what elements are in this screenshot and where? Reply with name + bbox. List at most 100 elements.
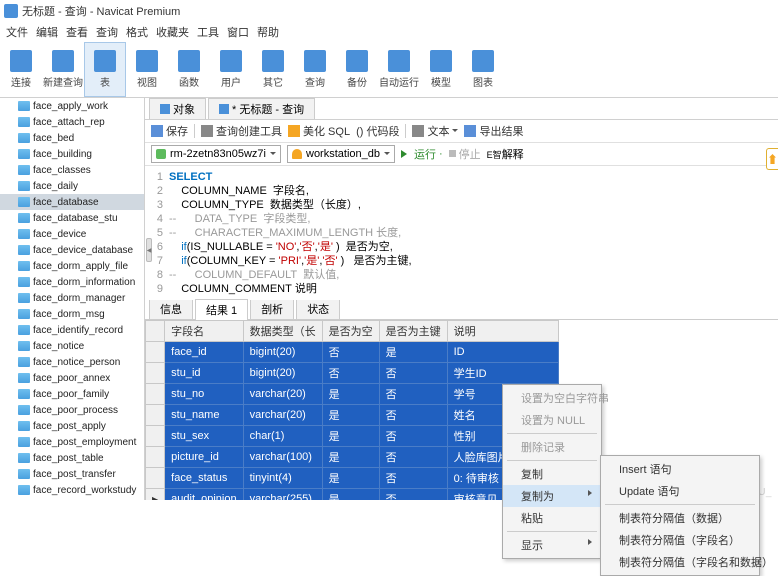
server-combo[interactable]: rm-2zetn83n05wz7i: [151, 145, 281, 163]
table-icon: [18, 229, 30, 239]
save-button[interactable]: 保存: [151, 123, 188, 139]
col-header[interactable]: 是否为主键: [379, 320, 447, 341]
toolbar-backup[interactable]: 备份: [336, 42, 378, 97]
menu-item[interactable]: 显示: [503, 534, 601, 556]
tree-item-face_dorm_msg[interactable]: face_dorm_msg: [0, 306, 144, 322]
tree-item-face_poor_annex[interactable]: face_poor_annex: [0, 370, 144, 386]
toolbar-tables[interactable]: 表: [84, 42, 126, 97]
menu-item[interactable]: 制表符分隔值（字段名和数据）: [601, 551, 759, 573]
text-button[interactable]: 文本: [412, 123, 458, 139]
tree-item-face_building[interactable]: face_building: [0, 146, 144, 162]
menu-item[interactable]: 制表符分隔值（字段名）: [601, 529, 759, 551]
result-tab-1[interactable]: 结果 1: [195, 299, 248, 320]
beautify-sql-button[interactable]: 美化 SQL: [288, 123, 350, 139]
menu-item[interactable]: 制表符分隔值（数据）: [601, 507, 759, 529]
table-row[interactable]: stu_novarchar(20)是否学号: [146, 383, 559, 404]
menu-编辑[interactable]: 编辑: [36, 24, 58, 40]
table-icon: [18, 165, 30, 175]
table-icon: [18, 149, 30, 159]
col-header[interactable]: 是否为空: [322, 320, 379, 341]
tree-item-face_post_transfer[interactable]: face_post_transfer: [0, 466, 144, 482]
tree-item-face_classes[interactable]: face_classes: [0, 162, 144, 178]
code-snippet-button[interactable]: () 代码段: [356, 123, 399, 139]
table-icon: [18, 485, 30, 495]
table-icon: [18, 341, 30, 351]
table-row[interactable]: stu_namevarchar(20)是否姓名: [146, 404, 559, 425]
tree-item-face_dorm_information[interactable]: face_dorm_information: [0, 274, 144, 290]
menu-item[interactable]: Insert 语句: [601, 458, 759, 480]
context-menu[interactable]: 设置为空白字符串设置为 NULL删除记录复制复制为粘贴显示: [502, 384, 602, 559]
tree-item-face_notice[interactable]: face_notice: [0, 338, 144, 354]
tab-objects[interactable]: 对象: [149, 98, 206, 119]
menu-item[interactable]: 粘贴: [503, 507, 601, 529]
toolbar-others[interactable]: 其它: [252, 42, 294, 97]
tree-item-face_record_workstudy[interactable]: face_record_workstudy: [0, 482, 144, 498]
menu-item[interactable]: 复制为: [503, 485, 601, 507]
tree-item-face_attach_rep[interactable]: face_attach_rep: [0, 114, 144, 130]
toolbar-new-query[interactable]: 新建查询: [42, 42, 84, 97]
chart-icon: [472, 50, 494, 72]
menu-查询[interactable]: 查询: [96, 24, 118, 40]
tree-item-face_bed[interactable]: face_bed: [0, 130, 144, 146]
menu-文件[interactable]: 文件: [6, 24, 28, 40]
table-row[interactable]: face_idbigint(20)否是ID: [146, 341, 559, 362]
table-row[interactable]: face_statustinyint(4)是否0: 待审核 1：已通过: [146, 467, 559, 488]
tree-item-face_identify_record[interactable]: face_identify_record: [0, 322, 144, 338]
menu-收藏夹[interactable]: 收藏夹: [156, 24, 189, 40]
tree-item-face_poor_process[interactable]: face_poor_process: [0, 402, 144, 418]
menu-格式[interactable]: 格式: [126, 24, 148, 40]
tree-item-face_database[interactable]: face_database: [0, 194, 144, 210]
toolbar-query[interactable]: 查询: [294, 42, 336, 97]
tree-item-face_post_employment[interactable]: face_post_employment: [0, 434, 144, 450]
context-submenu-copy-as[interactable]: Insert 语句Update 语句制表符分隔值（数据）制表符分隔值（字段名）制…: [600, 455, 760, 576]
tree-item-face_dorm_apply_file[interactable]: face_dorm_apply_file: [0, 258, 144, 274]
toolbar-functions[interactable]: 函数: [168, 42, 210, 97]
tree-item-face_database_stu[interactable]: face_database_stu: [0, 210, 144, 226]
tree-item-face_post_table[interactable]: face_post_table: [0, 450, 144, 466]
toolbar-automation[interactable]: 自动运行: [378, 42, 420, 97]
result-tab-2[interactable]: 剖析: [250, 298, 294, 319]
menu-工具[interactable]: 工具: [197, 24, 219, 40]
side-tab-icon[interactable]: [766, 148, 778, 170]
col-header[interactable]: 说明: [447, 320, 558, 341]
table-row[interactable]: stu_sexchar(1)是否性别: [146, 425, 559, 446]
result-tab-0[interactable]: 信息: [149, 298, 193, 319]
toolbar-views[interactable]: 视图: [126, 42, 168, 97]
toolbar-users[interactable]: 用户: [210, 42, 252, 97]
tree-item-face_post_apply[interactable]: face_post_apply: [0, 418, 144, 434]
result-grid[interactable]: 字段名数据类型（长是否为空是否为主键说明face_idbigint(20)否是I…: [145, 320, 559, 500]
tree-item-face_device_database[interactable]: face_device_database: [0, 242, 144, 258]
menu-查看[interactable]: 查看: [66, 24, 88, 40]
object-tree[interactable]: face_apply_workface_attach_repface_bedfa…: [0, 98, 145, 500]
connection-bar: rm-2zetn83n05wz7i workstation_db 运行 · 停止…: [145, 143, 778, 166]
query-builder-button[interactable]: 查询创建工具: [201, 123, 282, 139]
col-header[interactable]: 字段名: [165, 320, 243, 341]
menu-窗口[interactable]: 窗口: [227, 24, 249, 40]
menu-item[interactable]: 复制: [503, 463, 601, 485]
toolbar-chart[interactable]: 图表: [462, 42, 504, 97]
export-result-button[interactable]: 导出结果: [464, 123, 523, 139]
tree-item-face_device[interactable]: face_device: [0, 226, 144, 242]
toolbar-model[interactable]: 模型: [420, 42, 462, 97]
sql-editor[interactable]: 1SELECT2 COLUMN_NAME 字段名,3 COLUMN_TYPE 数…: [145, 166, 778, 300]
table-icon: [18, 325, 30, 335]
tree-item-face_notice_person[interactable]: face_notice_person: [0, 354, 144, 370]
table-row[interactable]: audit_opinionvarchar(255)是否审核意见: [146, 488, 559, 500]
database-combo[interactable]: workstation_db: [287, 145, 395, 163]
table-row[interactable]: stu_idbigint(20)否否学生ID: [146, 362, 559, 383]
run-button[interactable]: 运行 ·: [401, 146, 443, 162]
table-row[interactable]: picture_idvarchar(100)是否人脸库图片ID: [146, 446, 559, 467]
menu-帮助[interactable]: 帮助: [257, 24, 279, 40]
col-header[interactable]: 数据类型（长: [243, 320, 322, 341]
tree-item-face_poor_family[interactable]: face_poor_family: [0, 386, 144, 402]
toolbar-connect[interactable]: 连接: [0, 42, 42, 97]
sidebar-collapse-handle[interactable]: [146, 238, 152, 262]
result-tab-3[interactable]: 状态: [296, 298, 340, 319]
tree-item-face_apply_work[interactable]: face_apply_work: [0, 98, 144, 114]
tree-item-face_daily[interactable]: face_daily: [0, 178, 144, 194]
tree-item-face_dorm_manager[interactable]: face_dorm_manager: [0, 290, 144, 306]
explain-button[interactable]: E智解释: [487, 146, 524, 162]
tab-query[interactable]: * 无标题 - 查询: [208, 98, 315, 119]
menu-item[interactable]: Update 语句: [601, 480, 759, 502]
table-icon: [18, 197, 30, 207]
